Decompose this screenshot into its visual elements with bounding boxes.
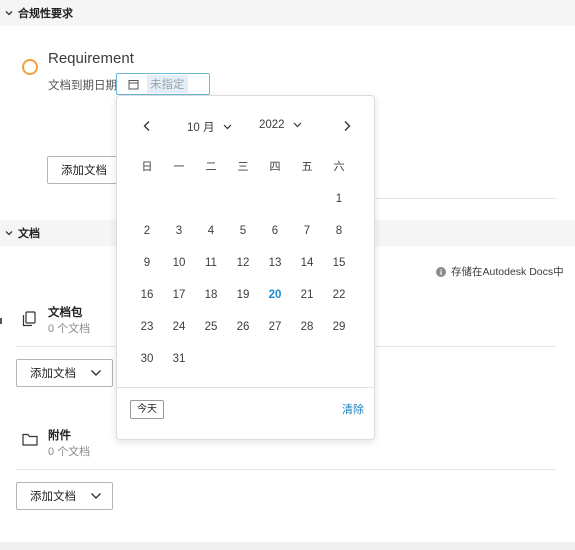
- chevron-down-icon: [91, 370, 101, 376]
- calendar-day[interactable]: 18: [195, 285, 227, 305]
- calendar-day[interactable]: 28: [291, 317, 323, 337]
- calendar-day[interactable]: 12: [227, 253, 259, 273]
- storage-note-text: 存储在Autodesk Docs中: [451, 266, 564, 278]
- calendar-day[interactable]: 5: [227, 221, 259, 241]
- weekday-header: 二: [205, 161, 217, 173]
- date-picker-popup: 10 月 2022 日一二三四五六 1 2 3 4 5 6 7 8 9 10 11 12 13 14 15 16…: [116, 95, 375, 440]
- weekday-header: 四: [269, 161, 281, 173]
- calendar-day[interactable]: 25: [195, 317, 227, 337]
- weekday-header: 五: [301, 161, 313, 173]
- requirement-status-icon: [22, 59, 38, 75]
- calendar-day[interactable]: 24: [163, 317, 195, 337]
- calendar-day[interactable]: 27: [259, 317, 291, 337]
- chevron-left-icon[interactable]: [141, 120, 153, 132]
- calendar-day[interactable]: 22: [323, 285, 355, 305]
- bottom-section-bar: [0, 542, 575, 550]
- requirement-add-document-button[interactable]: 添加文档: [47, 156, 127, 184]
- calendar-day[interactable]: 26: [227, 317, 259, 337]
- attachments-add-document-button[interactable]: 添加文档: [16, 482, 113, 510]
- attachments-count: 0 个文档: [48, 446, 91, 458]
- row-edge-marker: [0, 318, 2, 324]
- calendar-day[interactable]: 30: [131, 349, 163, 369]
- calendar-day-today[interactable]: 20: [259, 285, 291, 305]
- calendar-day[interactable]: 8: [323, 221, 355, 241]
- calendar-day[interactable]: 16: [131, 285, 163, 305]
- weekday-header: 一: [173, 161, 185, 173]
- calendar-day[interactable]: 15: [323, 253, 355, 273]
- weekday-header: 三: [237, 161, 249, 173]
- package-add-document-button[interactable]: 添加文档: [16, 359, 113, 387]
- clear-button[interactable]: 清除: [342, 401, 364, 417]
- due-date-label: 文档到期日期: [48, 80, 117, 92]
- chevron-down-icon: [91, 493, 101, 499]
- chevron-down-icon: [293, 122, 302, 128]
- folder-icon: [22, 433, 38, 446]
- package-add-document-label: 添加文档: [30, 368, 76, 380]
- calendar-day[interactable]: 6: [259, 221, 291, 241]
- calendar-day[interactable]: 31: [163, 349, 195, 369]
- package-title: 文档包: [48, 307, 83, 319]
- attachments-divider: [16, 469, 556, 470]
- calendar-day[interactable]: 4: [195, 221, 227, 241]
- calendar-day[interactable]: 11: [195, 253, 227, 273]
- year-select-value: 2022: [259, 119, 285, 131]
- documents-section-title: 文档: [18, 228, 40, 240]
- storage-note: 存储在Autodesk Docs中: [436, 264, 564, 279]
- month-select-value: 10 月: [187, 122, 215, 134]
- month-select[interactable]: 10 月: [187, 119, 232, 135]
- chevron-down-icon: [5, 11, 13, 16]
- chevron-right-icon[interactable]: [341, 120, 353, 132]
- today-button[interactable]: 今天: [130, 400, 164, 419]
- due-date-placeholder: 未指定: [147, 75, 188, 93]
- calendar-day[interactable]: 29: [323, 317, 355, 337]
- package-icon: [22, 311, 36, 327]
- weekday-header: 日: [141, 161, 153, 173]
- calendar-icon: [128, 79, 139, 89]
- calendar-day[interactable]: 9: [131, 253, 163, 273]
- year-select[interactable]: 2022: [259, 119, 302, 131]
- info-icon: [436, 266, 446, 277]
- compliance-section-title: 合规性要求: [18, 8, 73, 20]
- requirement-title: Requirement: [48, 50, 134, 67]
- calendar-day[interactable]: 21: [291, 285, 323, 305]
- attachments-title: 附件: [48, 430, 71, 442]
- requirement-add-document-label: 添加文档: [61, 165, 107, 177]
- chevron-down-icon: [5, 231, 13, 236]
- chevron-down-icon: [223, 124, 231, 130]
- calendar-day[interactable]: 14: [291, 253, 323, 273]
- calendar-day[interactable]: 7: [291, 221, 323, 241]
- attachments-add-document-label: 添加文档: [30, 491, 76, 503]
- calendar-day[interactable]: 2: [131, 221, 163, 241]
- calendar-day[interactable]: 17: [163, 285, 195, 305]
- calendar-day[interactable]: 23: [131, 317, 163, 337]
- calendar-day[interactable]: 1: [323, 189, 355, 209]
- due-date-input[interactable]: 未指定: [116, 73, 210, 95]
- calendar-day[interactable]: 13: [259, 253, 291, 273]
- package-count: 0 个文档: [48, 323, 91, 335]
- calendar-day[interactable]: 19: [227, 285, 259, 305]
- calendar-day[interactable]: 10: [163, 253, 195, 273]
- calendar-footer-divider: [117, 387, 374, 388]
- weekday-header: 六: [333, 161, 345, 173]
- compliance-section-header[interactable]: 合规性要求: [0, 0, 575, 26]
- calendar-day[interactable]: 3: [163, 221, 195, 241]
